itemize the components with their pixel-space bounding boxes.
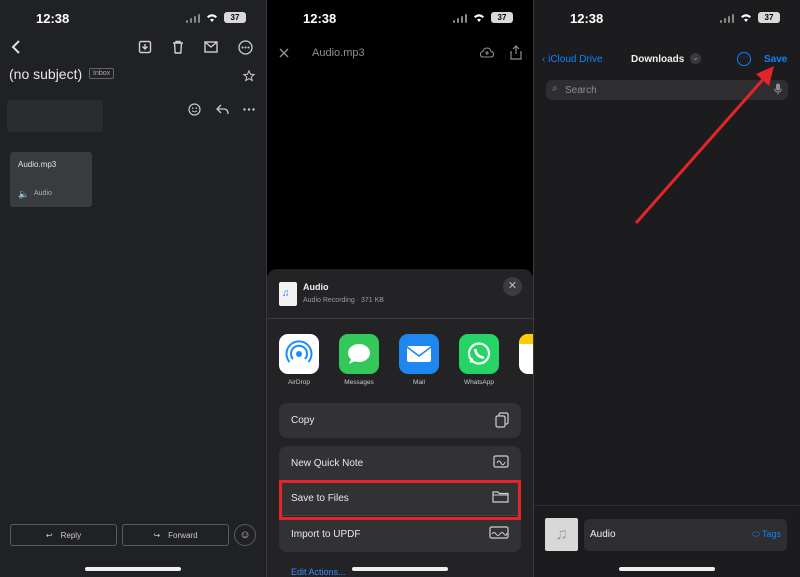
status-bar: 12:38 37 (0, 0, 266, 36)
email-subject: (no subject) (9, 66, 83, 82)
filename-field[interactable]: Audio ⬭ Tags (584, 519, 787, 551)
emoji-react-icon[interactable] (188, 103, 201, 116)
reply-arrow-icon: ↩ (45, 530, 53, 540)
notes-icon (519, 334, 533, 374)
messages-icon (339, 334, 379, 374)
forward-button-label: Forward (168, 530, 198, 540)
status-time: 12:38 (303, 11, 337, 26)
signal-icon (452, 13, 467, 23)
share-app-notes[interactable]: N (519, 334, 533, 386)
attachment-type: Audio (34, 190, 52, 197)
copy-icon (495, 412, 509, 428)
share-app-label: WhatsApp (464, 379, 494, 386)
wifi-icon (207, 13, 217, 22)
save-button[interactable]: Save (764, 54, 787, 65)
reply-button[interactable]: ↩ Reply (10, 524, 117, 546)
action-label: Import to UPDF (291, 529, 361, 540)
mail-icon (399, 334, 439, 374)
action-label: Copy (291, 415, 315, 426)
battery-icon: 37 (491, 12, 513, 23)
share-sheet: ♫ Audio Audio Recording · 371 KB ✕ AirDr… (267, 269, 533, 577)
status-bar: 12:38 37 (267, 0, 533, 36)
signal-icon (719, 13, 734, 23)
edit-actions-link[interactable]: Edit Actions... (291, 567, 346, 577)
tags-label: Tags (761, 529, 781, 539)
signal-icon (185, 13, 200, 23)
share-sheet-header: ♫ Audio Audio Recording · 371 KB ✕ (267, 269, 533, 319)
forward-button[interactable]: ↪ Forward (122, 524, 229, 546)
airdrop-icon (279, 334, 319, 374)
home-indicator (352, 567, 448, 571)
share-app-messages[interactable]: Messages (339, 334, 379, 386)
chevron-down-icon[interactable]: ⌄ (690, 53, 701, 64)
share-app-whatsapp[interactable]: WhatsApp (459, 334, 499, 386)
sender-info-redacted (7, 100, 103, 132)
close-sheet-button[interactable]: ✕ (503, 277, 522, 296)
back-label: iCloud Drive (548, 54, 603, 65)
action-copy[interactable]: Copy (279, 403, 521, 438)
share-app-label: Mail (413, 379, 425, 386)
attachment-filename: Audio.mp3 (18, 160, 57, 169)
search-input[interactable] (565, 83, 765, 97)
microphone-icon[interactable] (774, 83, 782, 95)
forward-arrow-icon: ↪ (153, 530, 161, 540)
files-nav-bar: ‹ iCloud Drive Downloads ⌄ ··· Save (534, 44, 800, 74)
tag-icon: ⬭ (751, 529, 762, 539)
reply-button-label: Reply (60, 530, 82, 540)
battery-icon: 37 (224, 12, 246, 23)
shared-file-subtitle: Audio Recording · 371 KB (303, 297, 384, 304)
inbox-label-chip[interactable]: Inbox (89, 68, 115, 79)
filename-value: Audio (590, 529, 616, 540)
action-label: New Quick Note (291, 458, 364, 469)
speaker-icon: 🔈 (18, 189, 30, 199)
share-app-label: N (519, 379, 533, 386)
status-bar: 12:38 37 (534, 0, 800, 36)
quick-note-icon (493, 455, 509, 468)
action-import-to-updf[interactable]: Import to UPDF (279, 517, 521, 552)
share-icon[interactable] (510, 45, 522, 60)
battery-icon: 37 (758, 12, 780, 23)
close-icon[interactable] (279, 48, 289, 58)
back-to-icloud-button[interactable]: ‹ iCloud Drive (542, 54, 603, 65)
home-indicator (619, 567, 715, 571)
wifi-icon (741, 13, 751, 22)
highlight-box-save-to-files (279, 480, 521, 520)
email-panel: 12:38 37 (no subject) Inbox Audio.mp3 🔈 … (0, 0, 266, 577)
emoji-button[interactable]: ☺ (234, 524, 256, 546)
shared-file-title: Audio (303, 282, 329, 292)
updf-icon (489, 526, 509, 539)
tags-button[interactable]: ⬭ Tags (752, 529, 781, 540)
share-app-mail[interactable]: Mail (399, 334, 439, 386)
home-indicator (85, 567, 181, 571)
files-panel: 12:38 37 ‹ iCloud Drive Downloads ⌄ ··· … (534, 0, 800, 577)
share-app-label: Messages (344, 379, 374, 386)
attachment-card[interactable]: Audio.mp3 🔈 Audio (10, 152, 92, 207)
status-time: 12:38 (36, 11, 70, 26)
mark-unread-icon[interactable] (204, 40, 219, 53)
more-options-icon[interactable] (238, 40, 253, 55)
share-app-label: AirDrop (287, 379, 311, 386)
music-note-icon: ♫ (545, 518, 578, 551)
status-time: 12:38 (570, 11, 604, 26)
share-app-airdrop[interactable]: AirDrop (279, 334, 319, 386)
wifi-icon (474, 13, 484, 22)
action-new-quick-note[interactable]: New Quick Note (279, 446, 521, 481)
archive-icon[interactable] (138, 40, 152, 54)
message-more-icon[interactable] (243, 108, 255, 111)
more-icon[interactable]: ··· (737, 52, 751, 66)
search-icon: ⌕ (552, 83, 558, 94)
trash-icon[interactable] (171, 40, 185, 54)
back-arrow-icon[interactable] (10, 40, 22, 54)
viewer-title: Audio.mp3 (312, 47, 365, 59)
folder-title: Downloads (631, 54, 685, 65)
audio-file-icon: ♫ (279, 282, 297, 306)
search-bar[interactable]: ⌕ (546, 80, 788, 100)
star-icon[interactable] (243, 70, 255, 82)
whatsapp-icon (459, 334, 499, 374)
reply-icon[interactable] (216, 104, 229, 115)
add-to-drive-icon[interactable] (480, 46, 494, 59)
